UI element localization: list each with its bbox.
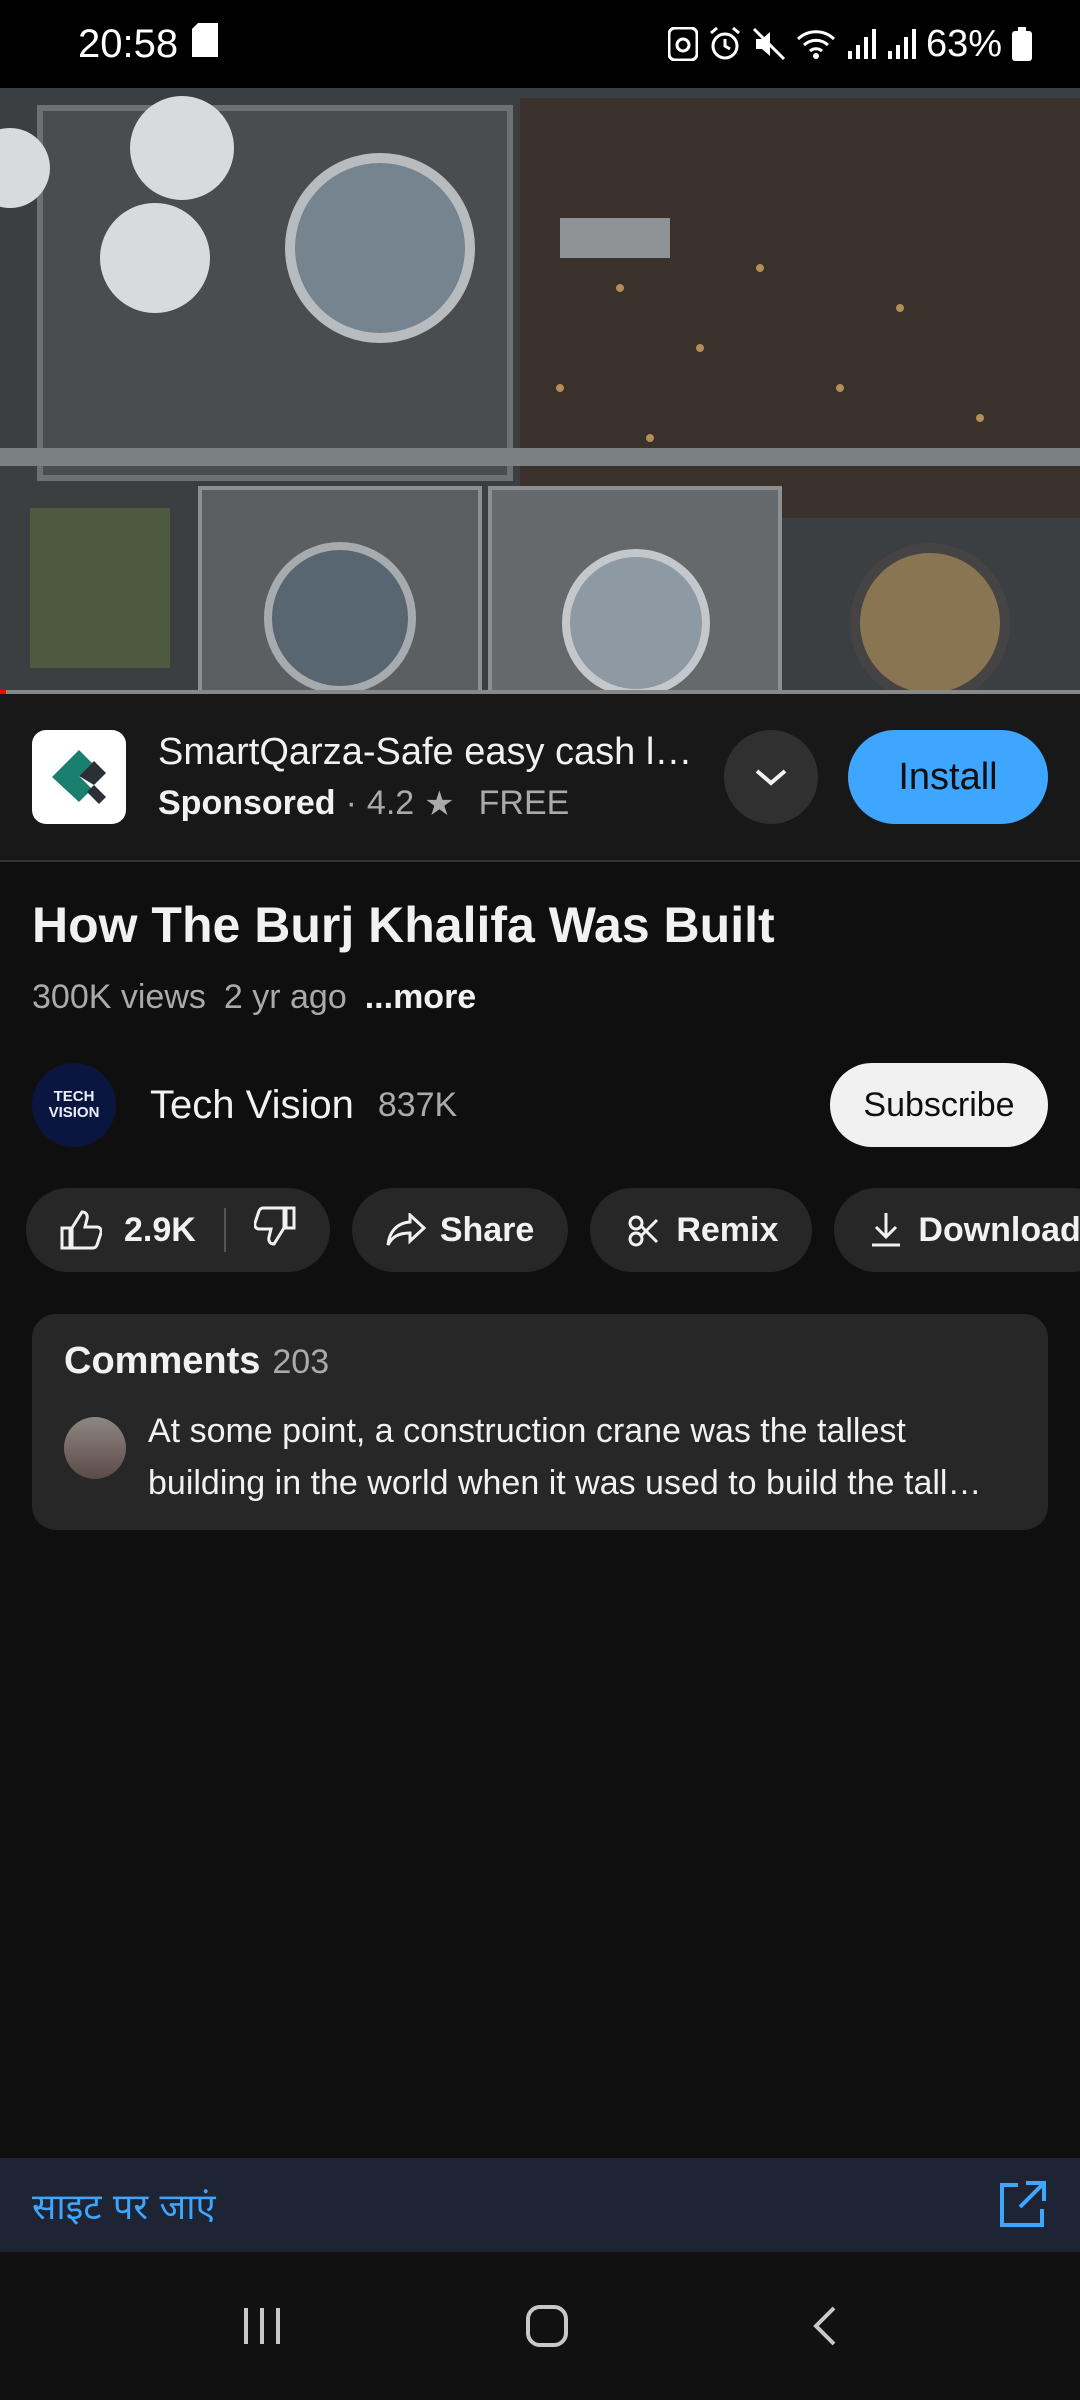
- remix-button[interactable]: Remix: [590, 1188, 813, 1272]
- video-frame: [0, 88, 1080, 694]
- comments-card[interactable]: Comments 203 At some point, a constructi…: [32, 1314, 1048, 1530]
- subscribe-button[interactable]: Subscribe: [830, 1063, 1048, 1147]
- channel-avatar-text-2: VISION: [48, 1104, 100, 1121]
- channel-subscribers: 837K: [377, 1085, 458, 1124]
- battery-percent: 63%: [925, 22, 1002, 65]
- chevron-down-icon: [755, 769, 787, 786]
- ad-rating: 4.2: [366, 784, 415, 822]
- comments-count: 203: [272, 1343, 330, 1381]
- share-button[interactable]: Share: [351, 1188, 569, 1272]
- like-button[interactable]: 2.9K: [60, 1210, 196, 1250]
- action-bar: 2.9K Share Remix Download: [26, 1188, 1080, 1272]
- comments-title: Comments: [64, 1340, 261, 1382]
- remix-icon: [628, 1215, 659, 1247]
- mute-icon: [752, 27, 786, 61]
- sync-icon: [667, 27, 698, 61]
- channel-name[interactable]: Tech Vision: [150, 1083, 354, 1128]
- alarm-icon: [708, 27, 742, 61]
- star-icon: ★: [424, 784, 455, 823]
- video-meta[interactable]: 300K views 2 yr ago ...more: [32, 978, 476, 1017]
- sd-card-icon: [192, 22, 219, 67]
- visit-site-link[interactable]: साइट पर जाएं: [32, 2181, 215, 2230]
- home-icon[interactable]: [525, 2304, 569, 2348]
- share-label: Share: [439, 1210, 535, 1249]
- top-comment-text: At some point, a construction crane was …: [148, 1412, 982, 1502]
- ad-expand-button[interactable]: [724, 730, 818, 824]
- like-count: 2.9K: [124, 1210, 196, 1249]
- external-link-icon[interactable]: [996, 2179, 1048, 2231]
- signal-icon: [846, 27, 876, 61]
- ad-title: SmartQarza-Safe easy cash loan app: [158, 730, 698, 773]
- thumbs-up-icon: [60, 1210, 102, 1250]
- video-age: 2 yr ago: [223, 978, 347, 1016]
- download-icon: [872, 1213, 901, 1247]
- video-views: 300K views: [32, 978, 206, 1016]
- battery-icon: [1012, 27, 1032, 61]
- remix-label: Remix: [676, 1210, 779, 1249]
- ad-price: FREE: [478, 784, 570, 822]
- share-icon: [386, 1213, 426, 1246]
- like-dislike-pill: 2.9K: [26, 1188, 330, 1272]
- thumbs-down-icon: [253, 1206, 296, 1246]
- commenter-avatar: [64, 1417, 126, 1479]
- status-time: 20:58: [78, 21, 179, 66]
- more-link[interactable]: ...more: [365, 978, 476, 1017]
- wifi-icon: [796, 27, 836, 61]
- channel-row: TECH VISION Tech Vision 837K Subscribe: [32, 1060, 1048, 1150]
- signal-icon: [886, 27, 916, 61]
- back-icon[interactable]: [810, 2304, 840, 2348]
- visit-site-bar[interactable]: साइट पर जाएं: [0, 2158, 1080, 2252]
- install-button[interactable]: Install: [848, 730, 1048, 824]
- ad-banner[interactable]: SmartQarza-Safe easy cash loan app Spons…: [0, 694, 1080, 862]
- ad-app-logo: [32, 730, 126, 824]
- status-bar: 20:58 63%: [0, 0, 1080, 88]
- system-nav-bar: [0, 2252, 1080, 2400]
- ad-separator: ·: [345, 784, 357, 822]
- channel-avatar-text-1: TECH: [53, 1088, 95, 1105]
- video-player[interactable]: [0, 88, 1080, 694]
- download-button[interactable]: Download: [834, 1188, 1080, 1272]
- ad-sponsored-label: Sponsored: [158, 784, 336, 822]
- channel-avatar[interactable]: TECH VISION: [32, 1063, 116, 1147]
- like-divider: [223, 1208, 226, 1252]
- recent-apps-icon[interactable]: [240, 2306, 284, 2346]
- download-label: Download: [918, 1210, 1080, 1249]
- dislike-button[interactable]: [253, 1206, 296, 1255]
- video-title[interactable]: How The Burj Khalifa Was Built: [32, 896, 775, 954]
